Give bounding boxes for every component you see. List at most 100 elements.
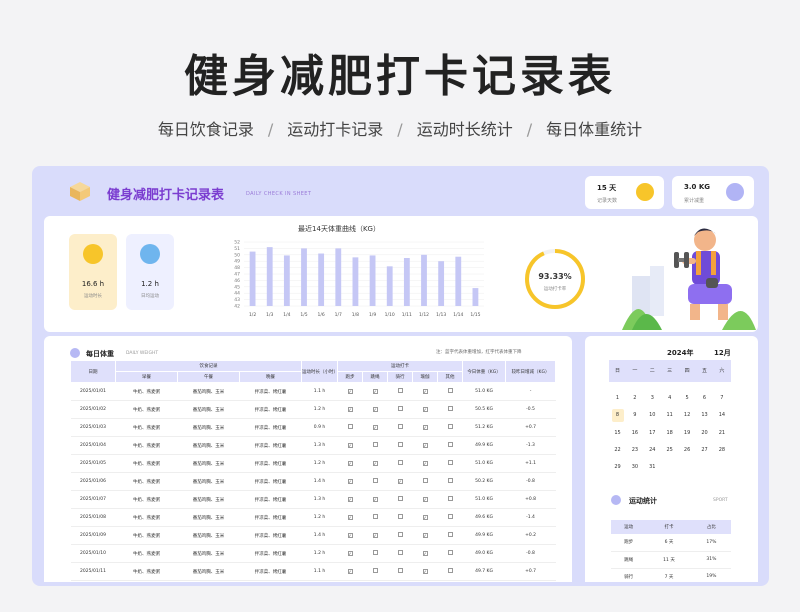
empty-checkbox-icon[interactable] [447,496,453,501]
empty-checkbox-icon[interactable] [372,514,378,519]
calendar-day[interactable]: 5 [681,392,693,405]
empty-checkbox-icon[interactable] [372,442,378,447]
empty-checkbox-icon[interactable] [447,550,453,555]
calendar-day[interactable]: 31 [646,461,658,474]
empty-checkbox-icon[interactable] [397,568,403,573]
checked-checkbox-icon[interactable]: ✓ [347,514,353,520]
x-tick-label: 1/14 [453,312,463,318]
calendar-day[interactable]: 20 [699,427,711,440]
calendar-day[interactable]: 23 [629,444,641,457]
checked-checkbox-icon[interactable]: ✓ [422,550,428,556]
calendar-day[interactable]: 10 [646,409,658,422]
subnav-item[interactable]: 运动时长统计 [417,120,513,139]
checked-checkbox-icon[interactable]: ✓ [347,388,353,394]
empty-checkbox-icon[interactable] [422,478,428,483]
y-tick-label: 51 [234,246,240,252]
checked-checkbox-icon[interactable]: ✓ [347,532,353,538]
calendar-day[interactable]: 22 [612,444,624,457]
calendar-day[interactable]: 19 [681,427,693,440]
empty-checkbox-icon[interactable] [447,388,453,393]
checked-checkbox-icon[interactable]: ✓ [422,388,428,394]
calendar-day[interactable]: 16 [629,427,641,440]
checkin-rate-value: 93.33% [538,272,572,281]
empty-checkbox-icon[interactable] [447,532,453,537]
checked-checkbox-icon[interactable]: ✓ [397,478,403,484]
calendar-day[interactable]: 27 [699,444,711,457]
empty-checkbox-icon[interactable] [397,514,403,519]
empty-checkbox-icon[interactable] [447,406,453,411]
cell-checkbox [362,562,388,581]
kpi-total-duration: 16.6 h 运动时长 [69,234,117,310]
subnav-item[interactable]: 运动打卡记录 [287,120,383,139]
empty-checkbox-icon[interactable] [397,406,403,411]
checked-checkbox-icon[interactable]: ✓ [372,460,378,466]
checked-checkbox-icon[interactable]: ✓ [422,460,428,466]
checked-checkbox-icon[interactable]: ✓ [422,424,428,430]
calendar-day[interactable]: 25 [664,444,676,457]
empty-checkbox-icon[interactable] [397,496,403,501]
checked-checkbox-icon[interactable]: ✓ [372,496,378,502]
empty-checkbox-icon[interactable] [397,550,403,555]
calendar-day[interactable]: 11 [664,409,676,422]
checked-checkbox-icon[interactable]: ✓ [372,532,378,538]
calendar-day[interactable]: 1 [612,392,624,405]
calendar-day[interactable]: 7 [716,392,728,405]
empty-checkbox-icon[interactable] [397,424,403,429]
checked-checkbox-icon[interactable]: ✓ [372,424,378,430]
calendar-day[interactable]: 28 [716,444,728,457]
checked-checkbox-icon[interactable]: ✓ [372,388,378,394]
cell-checkbox [362,436,388,455]
empty-checkbox-icon[interactable] [447,442,453,447]
calendar-day[interactable]: 6 [699,392,711,405]
checked-checkbox-icon[interactable]: ✓ [422,532,428,538]
calendar-day[interactable]: 30 [629,461,641,474]
empty-checkbox-icon[interactable] [347,424,353,429]
empty-checkbox-icon[interactable] [447,568,453,573]
empty-checkbox-icon[interactable] [447,424,453,429]
subnav-item[interactable]: 每日饮食记录 [158,120,254,139]
checked-checkbox-icon[interactable]: ✓ [347,460,353,466]
calendar-day[interactable]: 17 [646,427,658,440]
empty-checkbox-icon[interactable] [372,568,378,573]
calendar-day[interactable]: 13 [699,409,711,422]
checked-checkbox-icon[interactable]: ✓ [422,406,428,412]
checked-checkbox-icon[interactable]: ✓ [422,514,428,520]
calendar-day[interactable]: 12 [681,409,693,422]
calendar-day[interactable]: 26 [681,444,693,457]
calendar-day[interactable]: 24 [646,444,658,457]
checked-checkbox-icon[interactable]: ✓ [372,406,378,412]
y-tick-label: 48 [234,265,240,271]
empty-checkbox-icon[interactable] [447,460,453,465]
checked-checkbox-icon[interactable]: ✓ [347,496,353,502]
calendar-day[interactable]: 8 [611,409,624,423]
checked-checkbox-icon[interactable]: ✓ [422,496,428,502]
cell-date: 2025/01/01 [70,382,116,401]
empty-checkbox-icon[interactable] [397,442,403,447]
checked-checkbox-icon[interactable]: ✓ [347,568,353,574]
checked-checkbox-icon[interactable]: ✓ [422,568,428,574]
empty-checkbox-icon[interactable] [372,478,378,483]
checked-checkbox-icon[interactable]: ✓ [422,442,428,448]
empty-checkbox-icon[interactable] [447,514,453,519]
checked-checkbox-icon[interactable]: ✓ [347,478,353,484]
checked-checkbox-icon[interactable]: ✓ [347,442,353,448]
empty-checkbox-icon[interactable] [372,550,378,555]
calendar-day[interactable]: 21 [716,427,728,440]
calendar-day[interactable]: 3 [646,392,658,405]
checked-checkbox-icon[interactable]: ✓ [347,550,353,556]
cell-checkbox [437,490,463,509]
checked-checkbox-icon[interactable]: ✓ [347,406,353,412]
empty-checkbox-icon[interactable] [447,478,453,483]
calendar-day[interactable]: 29 [612,461,624,474]
cell-duration: 1.2 h [301,400,338,419]
calendar-day[interactable]: 2 [629,392,641,405]
empty-checkbox-icon[interactable] [397,388,403,393]
empty-checkbox-icon[interactable] [397,460,403,465]
calendar-day[interactable]: 4 [664,392,676,405]
calendar-day[interactable]: 9 [629,409,641,422]
calendar-day[interactable]: 15 [612,427,624,440]
calendar-day[interactable]: 14 [716,409,728,422]
empty-checkbox-icon[interactable] [397,532,403,537]
calendar-day[interactable]: 18 [664,427,676,440]
subnav-item[interactable]: 每日体重统计 [546,120,642,139]
